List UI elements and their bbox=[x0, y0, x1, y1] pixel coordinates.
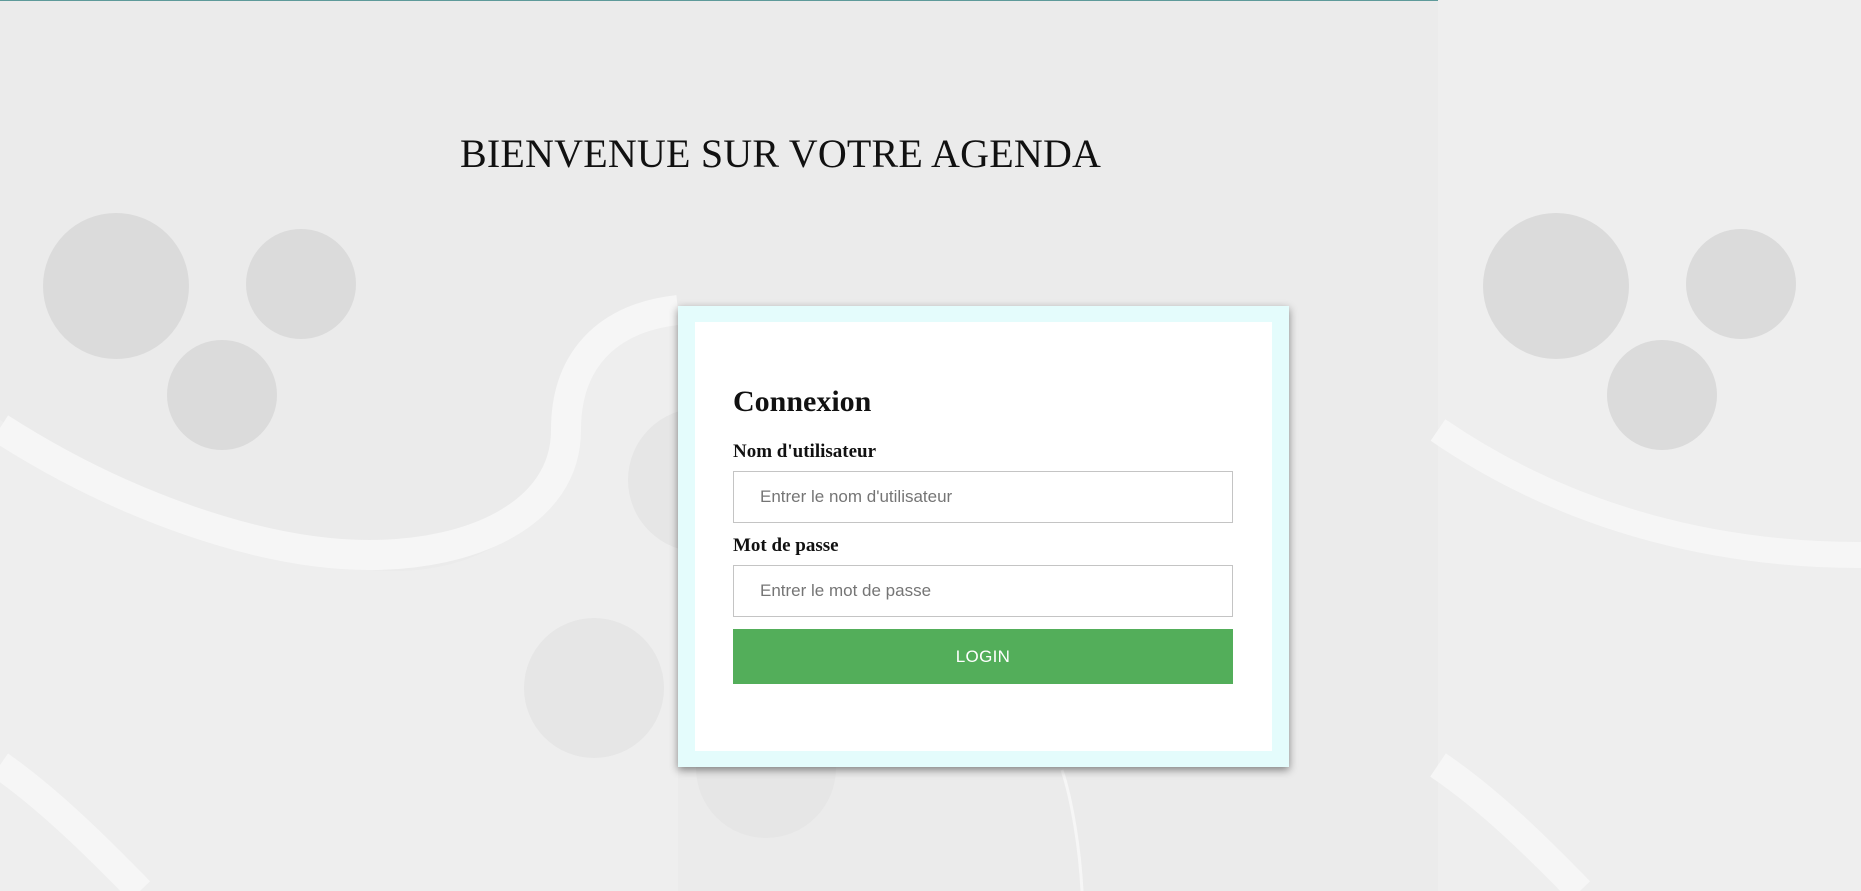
password-label: Mot de passe bbox=[733, 535, 839, 556]
password-input[interactable] bbox=[733, 565, 1233, 617]
background-thin-curve bbox=[1060, 769, 1084, 891]
background-circle bbox=[1607, 340, 1717, 450]
background-circle bbox=[1483, 213, 1629, 359]
username-input[interactable] bbox=[733, 471, 1233, 523]
login-card: Connexion Nom d'utilisateur Mot de passe… bbox=[678, 306, 1289, 767]
login-form: Connexion Nom d'utilisateur Mot de passe… bbox=[695, 322, 1272, 751]
username-label: Nom d'utilisateur bbox=[733, 441, 877, 462]
background-circle bbox=[43, 213, 189, 359]
login-heading: Connexion bbox=[733, 385, 872, 418]
background-circle bbox=[1686, 229, 1796, 339]
page-title: BIENVENUE SUR VOTRE AGENDA bbox=[460, 131, 1102, 176]
background-circle bbox=[167, 340, 277, 450]
background-circle bbox=[246, 229, 356, 339]
background-circle-faint bbox=[524, 618, 664, 758]
login-button[interactable]: LOGIN bbox=[733, 629, 1233, 684]
